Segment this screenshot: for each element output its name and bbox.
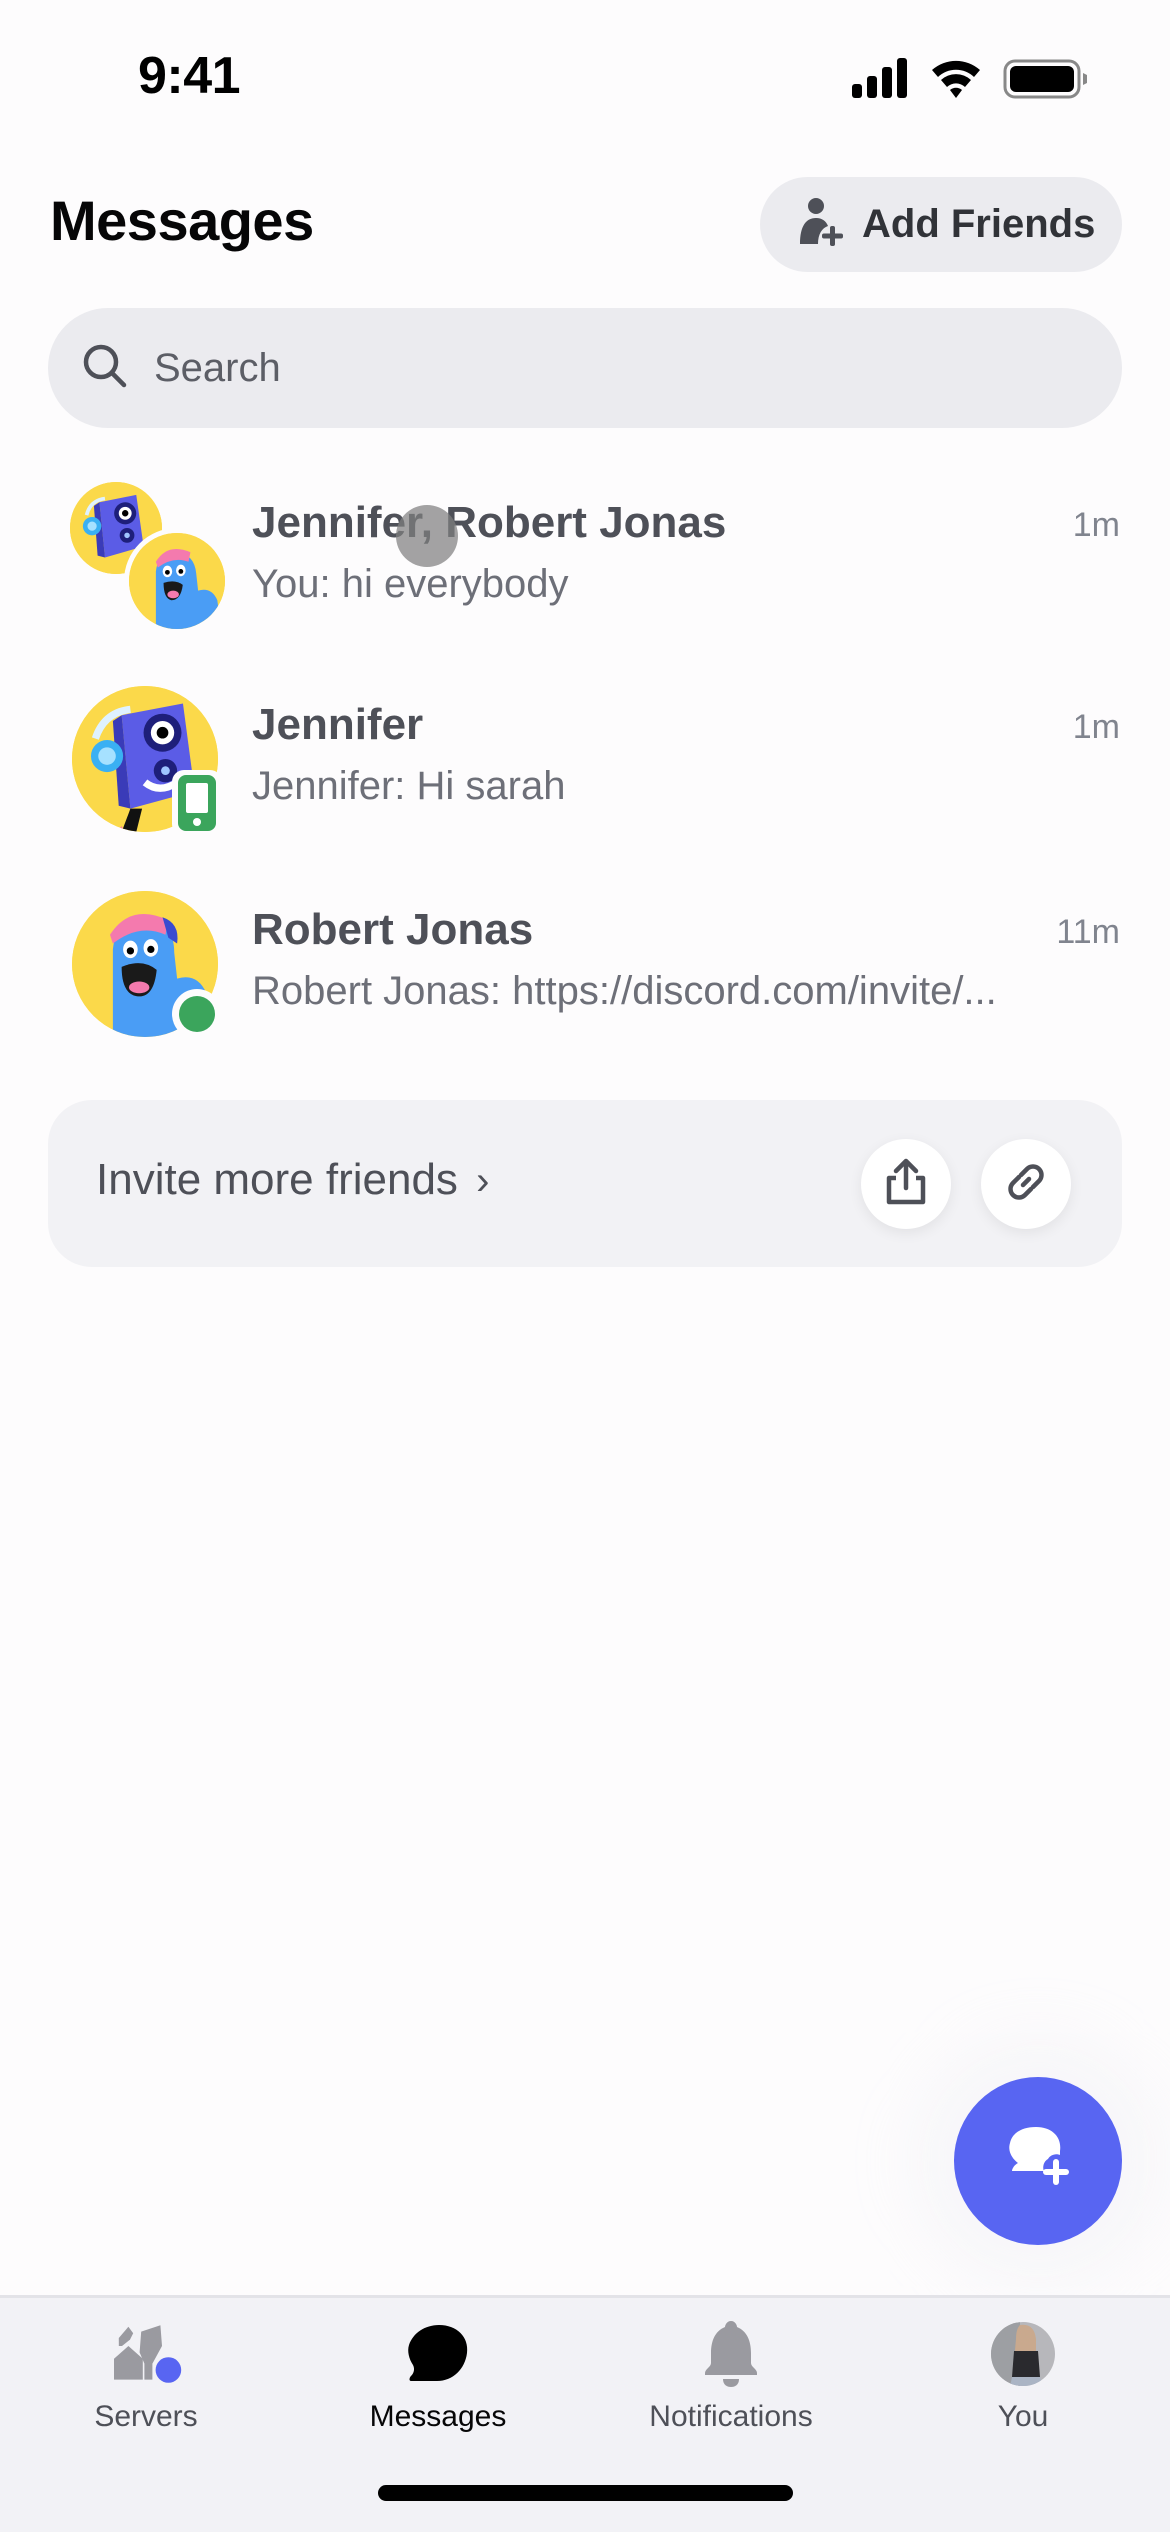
new-message-button[interactable] xyxy=(954,2077,1122,2245)
conversation-preview: Jennifer: Hi sarah xyxy=(252,764,566,808)
copy-link-button[interactable] xyxy=(981,1139,1071,1229)
tab-label: Notifications xyxy=(649,2400,813,2433)
tab-servers[interactable]: Servers xyxy=(0,2318,292,2438)
conversation-time: 11m xyxy=(1056,913,1120,951)
tab-notifications[interactable]: Notifications xyxy=(585,2318,877,2438)
mobile-status-icon xyxy=(172,770,222,836)
conversation-preview: Robert Jonas: https://discord.com/invite… xyxy=(252,969,997,1013)
tab-you[interactable]: You xyxy=(877,2318,1169,2438)
tab-label: You xyxy=(997,2400,1049,2433)
invite-label: Invite more friends xyxy=(96,1155,458,1204)
conversation-name: Jennifer, Robert Jonas xyxy=(252,498,727,547)
wifi-icon xyxy=(932,60,980,98)
home-indicator xyxy=(378,2485,793,2501)
conversation-time: 1m xyxy=(1072,708,1120,746)
search-icon xyxy=(82,343,128,394)
conversation-name: Robert Jonas xyxy=(252,905,534,954)
new-message-icon xyxy=(998,2119,1078,2204)
tab-label: Servers xyxy=(94,2400,198,2433)
blue-creature-avatar xyxy=(129,533,225,629)
conversation-row[interactable]: Robert Jonas Robert Jonas: https://disco… xyxy=(0,875,1170,1065)
share-button[interactable] xyxy=(861,1139,951,1229)
status-time: 9:41 xyxy=(138,47,241,105)
chat-bubble-icon xyxy=(398,2318,478,2390)
servers-icon xyxy=(106,2318,186,2390)
person-add-icon xyxy=(796,196,848,253)
conversation-row[interactable]: Jennifer, Robert Jonas You: hi everybody… xyxy=(0,470,1170,660)
share-icon xyxy=(884,1158,928,1211)
battery-icon xyxy=(1003,59,1087,99)
chevron-right-icon: › xyxy=(476,1159,490,1203)
status-icons xyxy=(852,56,1092,100)
tab-messages[interactable]: Messages xyxy=(292,2318,584,2438)
page-title: Messages xyxy=(50,189,314,252)
link-icon xyxy=(1003,1159,1049,1210)
add-friends-button[interactable]: Add Friends xyxy=(760,177,1122,272)
conversation-time: 1m xyxy=(1072,506,1120,544)
search-bar[interactable] xyxy=(48,308,1122,428)
conversation-preview: You: hi everybody xyxy=(252,562,569,606)
profile-avatar xyxy=(983,2318,1063,2390)
search-input[interactable] xyxy=(154,345,1054,391)
online-status-icon xyxy=(172,989,222,1039)
bell-icon xyxy=(691,2318,771,2390)
invite-more-friends-link[interactable]: Invite more friends › xyxy=(96,1155,490,1205)
add-friends-label: Add Friends xyxy=(862,202,1096,246)
tab-label: Messages xyxy=(369,2400,507,2433)
servers-badge xyxy=(155,2357,182,2383)
touch-indicator xyxy=(396,505,458,567)
conversation-name: Jennifer xyxy=(252,700,424,749)
conversation-row[interactable]: Jennifer Jennifer: Hi sarah 1m xyxy=(0,670,1170,860)
cellular-signal-icon xyxy=(852,58,907,98)
